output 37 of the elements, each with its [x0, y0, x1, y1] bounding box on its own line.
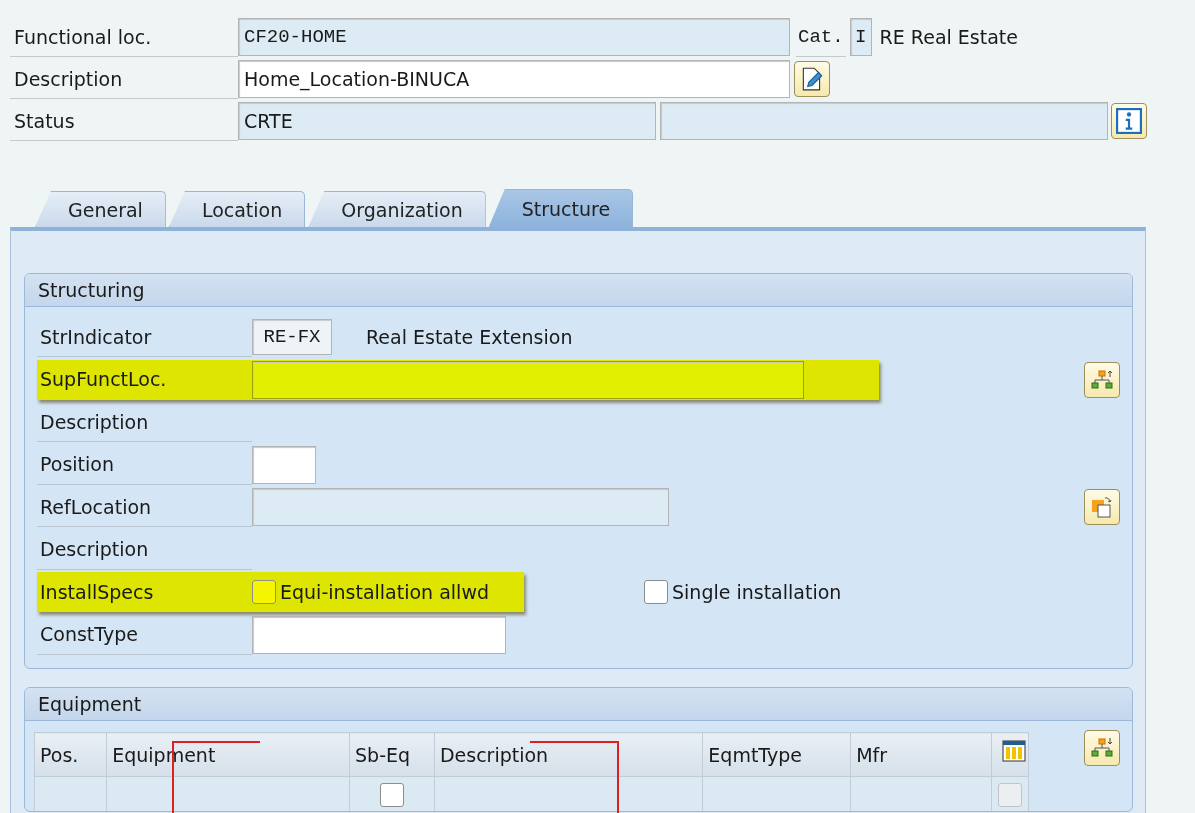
tab[interactable]: Structure: [488, 189, 634, 227]
group-title: Structuring: [37, 279, 145, 301]
column-header[interactable]: Description: [434, 732, 703, 777]
copy-button[interactable]: [1084, 489, 1120, 526]
checkbox[interactable]: Single installation: [644, 580, 842, 605]
code-description: Real Estate Extension: [366, 326, 573, 349]
field-label: SupFunctLoc.: [39, 367, 168, 393]
input-field[interactable]: [252, 488, 669, 527]
input-field[interactable]: [252, 445, 316, 484]
category-field: I: [849, 18, 872, 56]
column-header[interactable]: Mfr: [850, 732, 992, 777]
column-header[interactable]: EqmtType: [702, 732, 851, 777]
input-field[interactable]: Home_Location-BINUCA: [238, 60, 790, 98]
tab[interactable]: General: [35, 191, 166, 227]
column-header[interactable]: Pos.: [34, 732, 107, 777]
input-field[interactable]: CF20-HOME: [238, 18, 790, 56]
column-header[interactable]: Sb-Eq: [349, 732, 435, 777]
tab[interactable]: Organization: [308, 191, 486, 227]
hierarchy-button[interactable]: [1084, 361, 1120, 398]
category-text: RE Real Estate: [879, 26, 1018, 48]
checkbox[interactable]: Equi-installation allwd: [252, 580, 489, 605]
field-label: Cat.: [796, 17, 846, 57]
field-label: InstallSpecs: [39, 579, 155, 605]
input-field[interactable]: [252, 615, 506, 654]
hierarchy-icon[interactable]: [1090, 736, 1114, 760]
tab[interactable]: Location: [168, 191, 306, 227]
hierarchy-icon[interactable]: [1090, 367, 1114, 392]
code-field: RE-FX: [252, 319, 332, 356]
input-field[interactable]: [252, 360, 804, 399]
hierarchy-button[interactable]: [1084, 730, 1120, 766]
input-field[interactable]: CRTE: [238, 102, 656, 140]
copy-icon[interactable]: [1090, 495, 1114, 520]
field-label: Description: [37, 529, 252, 570]
checkbox[interactable]: [379, 783, 404, 807]
column-header[interactable]: [991, 732, 1029, 777]
field-label: Description: [37, 402, 252, 443]
group-title: Equipment: [37, 693, 142, 715]
